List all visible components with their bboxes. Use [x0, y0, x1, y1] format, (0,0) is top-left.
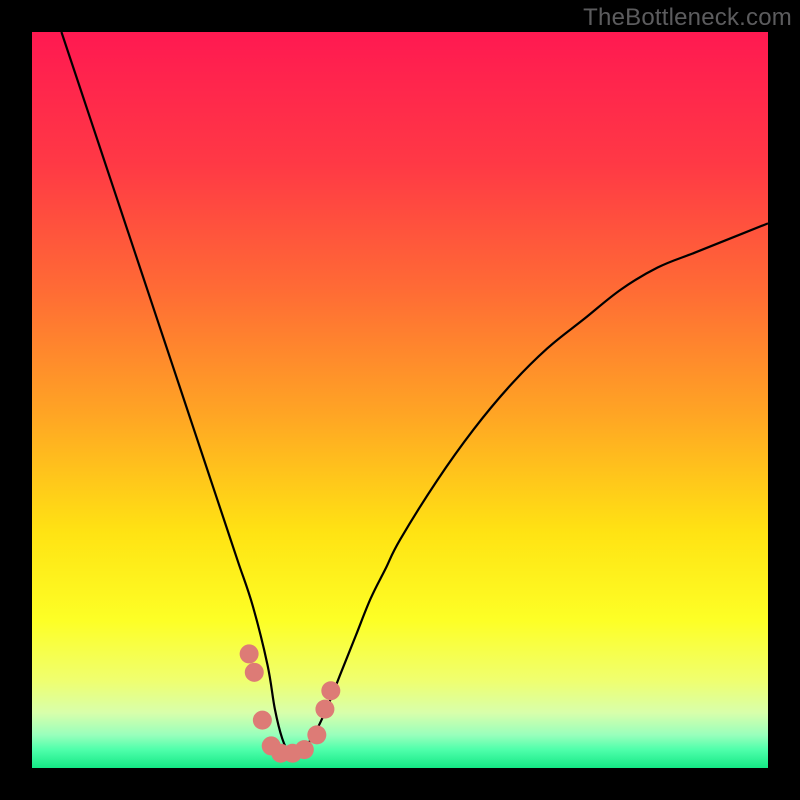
marker-dot	[245, 663, 264, 682]
chart-frame: TheBottleneck.com	[0, 0, 800, 800]
marker-dot	[240, 644, 259, 663]
gradient-background	[32, 32, 768, 768]
marker-dot	[307, 725, 326, 744]
marker-dot	[295, 740, 314, 759]
marker-dot	[321, 681, 340, 700]
marker-dot	[315, 700, 334, 719]
watermark-text: TheBottleneck.com	[583, 4, 792, 32]
marker-dot	[253, 711, 272, 730]
plot-area	[32, 32, 768, 768]
chart-svg	[32, 32, 768, 768]
